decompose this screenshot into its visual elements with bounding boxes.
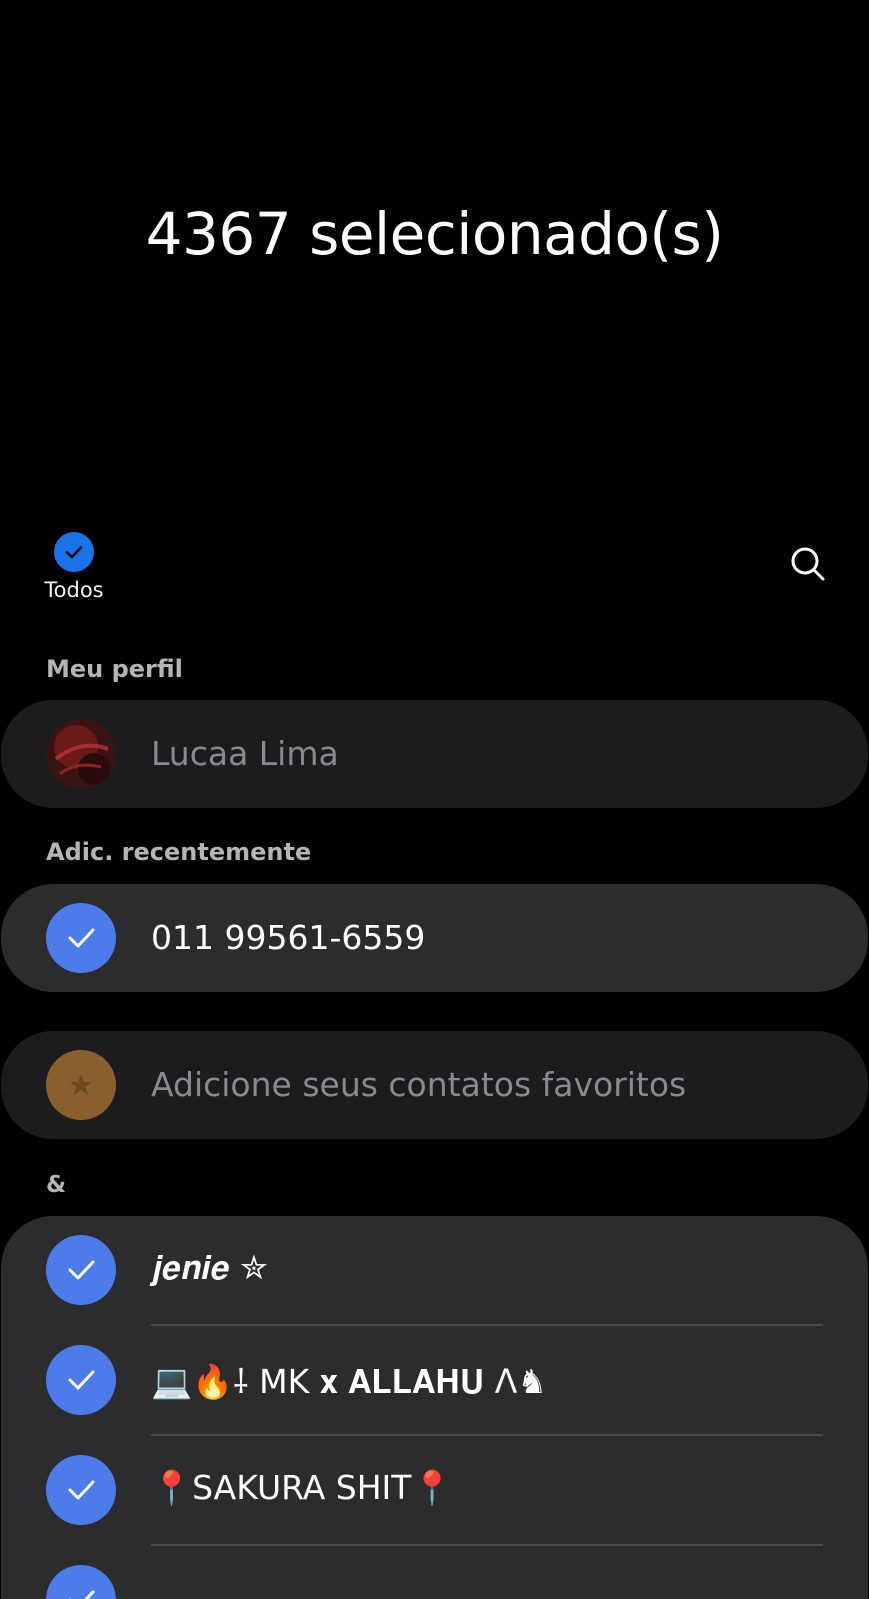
- recent-contact-number: 011 99561-6559: [151, 918, 426, 957]
- profile-name: Lucaa Lima: [151, 734, 339, 773]
- contact-name: 💻🔥⸸ MK 𝐱 𝐀𝐋𝐋𝐀𝐇𝐔 ᐱ♞: [151, 1362, 547, 1401]
- section-label-recent: Adic. recentemente: [46, 838, 312, 866]
- select-all-button[interactable]: Todos: [38, 532, 110, 602]
- selected-checkbox[interactable]: [46, 903, 116, 973]
- profile-card[interactable]: Lucaa Lima: [1, 700, 868, 808]
- profile-avatar: [46, 719, 116, 789]
- contacts-selection-screen: 4367 selecionado(s) Todos Meu perfil Luc…: [0, 0, 869, 1599]
- selected-checkbox[interactable]: [46, 1345, 116, 1415]
- checkmark-icon: [54, 532, 94, 572]
- section-label-ampersand: &: [46, 1172, 67, 1198]
- favorites-placeholder: Adicione seus contatos favoritos: [151, 1065, 687, 1104]
- selection-count-title: 4367 selecionado(s): [145, 200, 724, 268]
- profile-row[interactable]: Lucaa Lima: [1, 700, 868, 808]
- contact-row[interactable]: 𝒋𝒆𝒏𝒊𝒆 ✮: [1, 1216, 868, 1324]
- favorite-star-avatar: [46, 1050, 116, 1120]
- search-icon: [791, 547, 825, 581]
- selected-checkbox[interactable]: [46, 1565, 116, 1599]
- recent-card[interactable]: 011 99561-6559: [1, 884, 868, 992]
- contact-row-partial[interactable]: [1, 1546, 868, 1599]
- selected-checkbox[interactable]: [46, 1455, 116, 1525]
- checkmark-icon: [68, 1590, 95, 1599]
- checkmark-icon: [68, 1370, 95, 1390]
- contact-row[interactable]: 📍SAKURA SHIT📍: [1, 1436, 868, 1544]
- contacts-list-card: 𝒋𝒆𝒏𝒊𝒆 ✮ 💻🔥⸸ MK 𝐱 𝐀𝐋𝐋𝐀𝐇𝐔 ᐱ♞ 📍SAKURA SHIT📍: [1, 1216, 868, 1599]
- recent-contact-row[interactable]: 011 99561-6559: [1, 884, 868, 992]
- favorites-row[interactable]: Adicione seus contatos favoritos: [1, 1031, 868, 1139]
- contact-name: 📍SAKURA SHIT📍: [151, 1468, 453, 1507]
- contact-row[interactable]: 💻🔥⸸ MK 𝐱 𝐀𝐋𝐋𝐀𝐇𝐔 ᐱ♞: [1, 1326, 868, 1434]
- checkmark-icon: [68, 1260, 95, 1280]
- select-all-label: Todos: [44, 578, 104, 602]
- star-icon: [70, 1074, 92, 1095]
- checkmark-icon: [68, 928, 95, 948]
- section-label-profile: Meu perfil: [46, 655, 183, 683]
- search-button[interactable]: [788, 544, 828, 584]
- checkmark-icon: [68, 1480, 95, 1500]
- favorites-card[interactable]: Adicione seus contatos favoritos: [1, 1031, 868, 1139]
- contact-name: 𝒋𝒆𝒏𝒊𝒆 ✮: [151, 1248, 268, 1287]
- selected-checkbox[interactable]: [46, 1235, 116, 1305]
